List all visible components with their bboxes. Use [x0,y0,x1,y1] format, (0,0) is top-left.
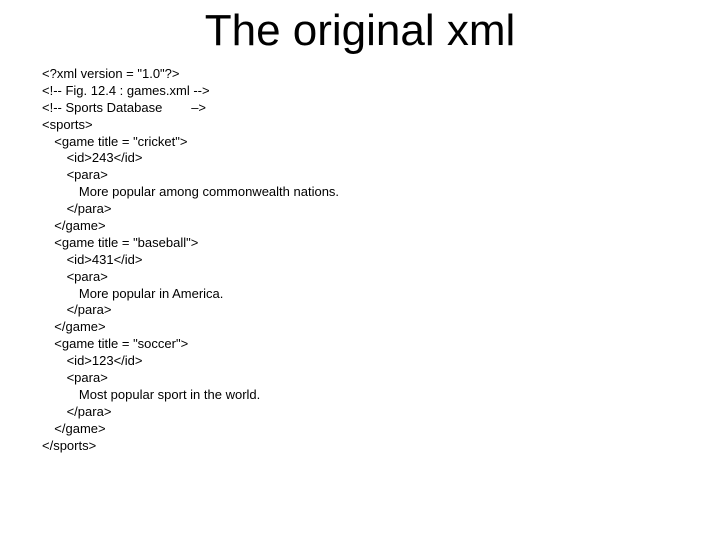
xml-line: <game title = "cricket"> [54,133,188,149]
xml-line: </game> [54,420,106,436]
xml-line: More popular in America. [78,285,224,301]
xml-line: </game> [54,319,106,335]
xml-line: <id>431</id> [66,251,143,267]
xml-line: <!-- Sports Database –> [42,99,207,115]
xml-line: </sports> [42,437,97,453]
xml-line: <?xml version = "1.0"?> [42,66,180,81]
xml-line: <id>123</id> [66,353,143,369]
xml-line: <para> [66,268,108,284]
xml-line: <game title = "soccer"> [54,336,189,352]
xml-line: </para> [66,201,112,217]
xml-line: <id>243</id> [66,150,143,166]
xml-line: Most popular sport in the world. [78,386,261,402]
xml-line: <para> [66,370,108,386]
slide-title: The original xml [204,6,516,55]
xml-line: </para> [66,403,112,419]
xml-line: <!-- Fig. 12.4 : games.xml --> [42,82,210,98]
xml-line: <para> [66,167,108,183]
xml-line: More popular among commonwealth nations. [78,184,340,200]
xml-line: </game> [54,218,106,234]
xml-line: <sports> [42,116,93,132]
xml-listing: <?xml version = "1.0"?> <!-- Fig. 12.4 : … [42,66,339,454]
xml-line: </para> [66,302,112,318]
xml-line: <game title = "baseball"> [54,234,199,250]
